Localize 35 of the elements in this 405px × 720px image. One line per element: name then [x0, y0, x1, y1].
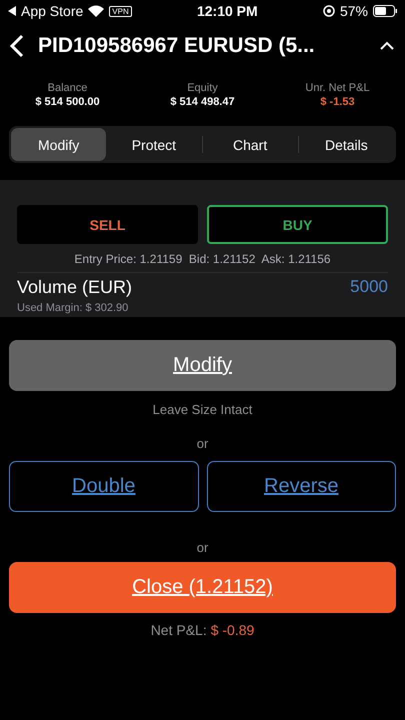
action-button[interactable]: Reverse — [206, 461, 396, 512]
back-app-label[interactable]: App Store — [21, 3, 84, 19]
stat-value: $ -1.53 — [320, 96, 355, 108]
vpn-badge: VPN — [109, 6, 132, 16]
stat-value: $ 514 498.47 — [170, 96, 235, 108]
battery-percent: 57% — [340, 3, 368, 19]
sell-button[interactable]: SELL — [17, 205, 198, 244]
action-button[interactable]: Double — [9, 461, 198, 512]
stat-label: Balance — [48, 82, 88, 94]
tab[interactable]: Modify — [11, 128, 106, 161]
rotation-lock-icon — [322, 5, 335, 17]
wifi-icon — [88, 5, 104, 17]
net-pnl-value: $ -0.89 — [210, 622, 254, 638]
volume-value[interactable]: 5000 — [350, 277, 388, 298]
position-title: PID109586967 EURUSD (5... — [38, 34, 316, 58]
stat-label: Equity — [187, 82, 218, 94]
status-time: 12:10 PM — [196, 3, 258, 19]
collapse-icon[interactable] — [379, 41, 395, 51]
stat-label: Unr. Net P&L — [305, 82, 370, 94]
or-separator: or — [196, 540, 208, 555]
back-icon[interactable] — [10, 34, 24, 58]
tab[interactable]: Details — [298, 128, 394, 161]
volume-label: Volume (EUR) — [17, 277, 132, 298]
or-separator: or — [196, 436, 208, 451]
stat-value: $ 514 500.00 — [35, 96, 100, 108]
net-pnl-label: Net P&L: — [150, 622, 207, 638]
modify-button[interactable]: Modify — [9, 340, 396, 391]
price-info: Entry Price: 1.21159 Bid: 1.21152 Ask: 1.21156 — [73, 252, 332, 266]
used-margin: Used Margin: $ 302.90 — [17, 302, 130, 314]
battery-icon — [372, 5, 397, 17]
tab[interactable]: Protect — [106, 128, 202, 161]
buy-button[interactable]: BUY — [207, 205, 388, 244]
modify-hint: Leave Size Intact — [152, 402, 252, 417]
back-triangle-icon — [8, 6, 16, 16]
tab[interactable]: Chart — [202, 128, 298, 161]
